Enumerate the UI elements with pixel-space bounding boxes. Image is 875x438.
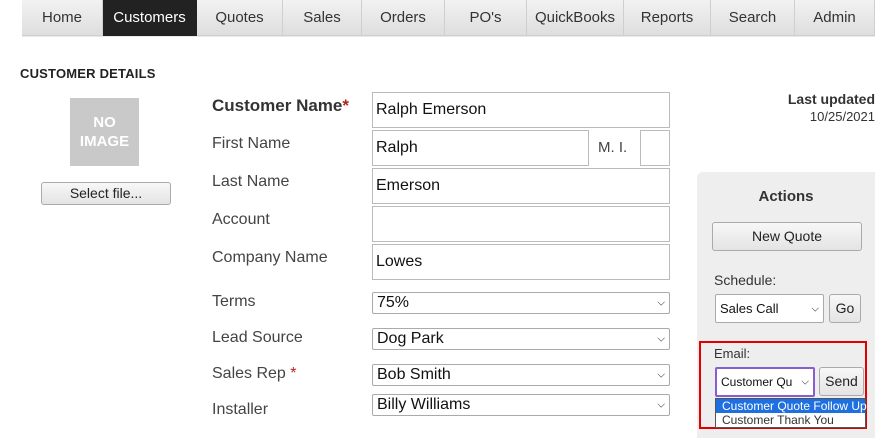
new-quote-button[interactable]: New Quote xyxy=(712,222,862,251)
tab-quickbooks[interactable]: QuickBooks xyxy=(527,0,624,36)
tab-quotes[interactable]: Quotes xyxy=(197,0,283,36)
last-name-input[interactable]: Emerson xyxy=(372,168,670,204)
terms-value: 75% xyxy=(377,294,410,311)
installer-select[interactable]: Billy Williams ⌵ xyxy=(372,394,670,416)
schedule-value: Sales Call xyxy=(720,301,779,316)
tab-pos[interactable]: PO's xyxy=(445,0,527,36)
mi-label: M. I. xyxy=(598,139,628,156)
account-label: Account xyxy=(212,211,270,228)
terms-label: Terms xyxy=(212,293,256,310)
sales-rep-label-text: Sales Rep xyxy=(212,365,286,382)
company-name-label: Company Name xyxy=(212,249,328,266)
chevron-down-icon: ⌵ xyxy=(811,303,819,314)
tab-customers[interactable]: Customers xyxy=(103,0,197,36)
last-updated-label: Last updated xyxy=(787,91,875,107)
schedule-label: Schedule: xyxy=(714,272,777,288)
tab-admin[interactable]: Admin xyxy=(795,0,875,36)
account-input[interactable] xyxy=(372,206,670,242)
customer-name-label-text: Customer Name xyxy=(212,96,343,115)
lead-source-select[interactable]: Dog Park ⌵ xyxy=(372,328,670,350)
dropdown-option[interactable]: Customer Quote Follow Up xyxy=(716,399,867,413)
lead-source-label: Lead Source xyxy=(212,329,303,346)
chevron-down-icon: ⌵ xyxy=(657,399,665,411)
sales-rep-value: Bob Smith xyxy=(377,366,451,383)
first-name-label: First Name xyxy=(212,135,291,152)
chevron-down-icon: ⌵ xyxy=(657,333,665,345)
company-name-input[interactable]: Lowes xyxy=(372,244,670,280)
installer-value: Billy Williams xyxy=(377,396,471,413)
email-template-dropdown: Customer Quote Follow Up Customer Thank … xyxy=(715,398,867,428)
terms-select[interactable]: 75% ⌵ xyxy=(372,292,670,314)
sales-rep-select[interactable]: Bob Smith ⌵ xyxy=(372,364,670,386)
required-mark: * xyxy=(290,365,297,382)
first-name-input[interactable]: Ralph xyxy=(372,130,589,166)
customer-name-label: Customer Name* xyxy=(212,96,349,116)
top-nav: Home Customers Quotes Sales Orders PO's … xyxy=(22,0,875,37)
last-updated-value: 10/25/2021 xyxy=(809,109,875,124)
last-name-label: Last Name xyxy=(212,173,290,190)
mi-input[interactable] xyxy=(640,130,670,166)
tab-reports[interactable]: Reports xyxy=(624,0,711,36)
dropdown-option[interactable]: Customer Thank You xyxy=(716,413,865,427)
tab-search[interactable]: Search xyxy=(711,0,795,36)
installer-label: Installer xyxy=(212,401,269,418)
lead-source-value: Dog Park xyxy=(377,330,444,347)
sales-rep-label: Sales Rep * xyxy=(212,365,297,383)
actions-title: Actions xyxy=(758,188,814,205)
tab-home[interactable]: Home xyxy=(22,0,103,36)
no-image-placeholder: NO IMAGE xyxy=(70,98,139,166)
no-image-text: NO IMAGE xyxy=(79,114,130,150)
required-mark: * xyxy=(342,96,349,115)
tab-sales[interactable]: Sales xyxy=(283,0,362,36)
chevron-down-icon: ⌵ xyxy=(657,369,665,381)
section-title: CUSTOMER DETAILS xyxy=(20,66,156,81)
schedule-select[interactable]: Sales Call ⌵ xyxy=(715,294,824,323)
go-button[interactable]: Go xyxy=(829,294,861,323)
select-file-button[interactable]: Select file... xyxy=(41,182,171,205)
chevron-down-icon: ⌵ xyxy=(657,297,665,309)
customer-name-input[interactable]: Ralph Emerson xyxy=(372,92,670,128)
tab-orders[interactable]: Orders xyxy=(362,0,445,36)
